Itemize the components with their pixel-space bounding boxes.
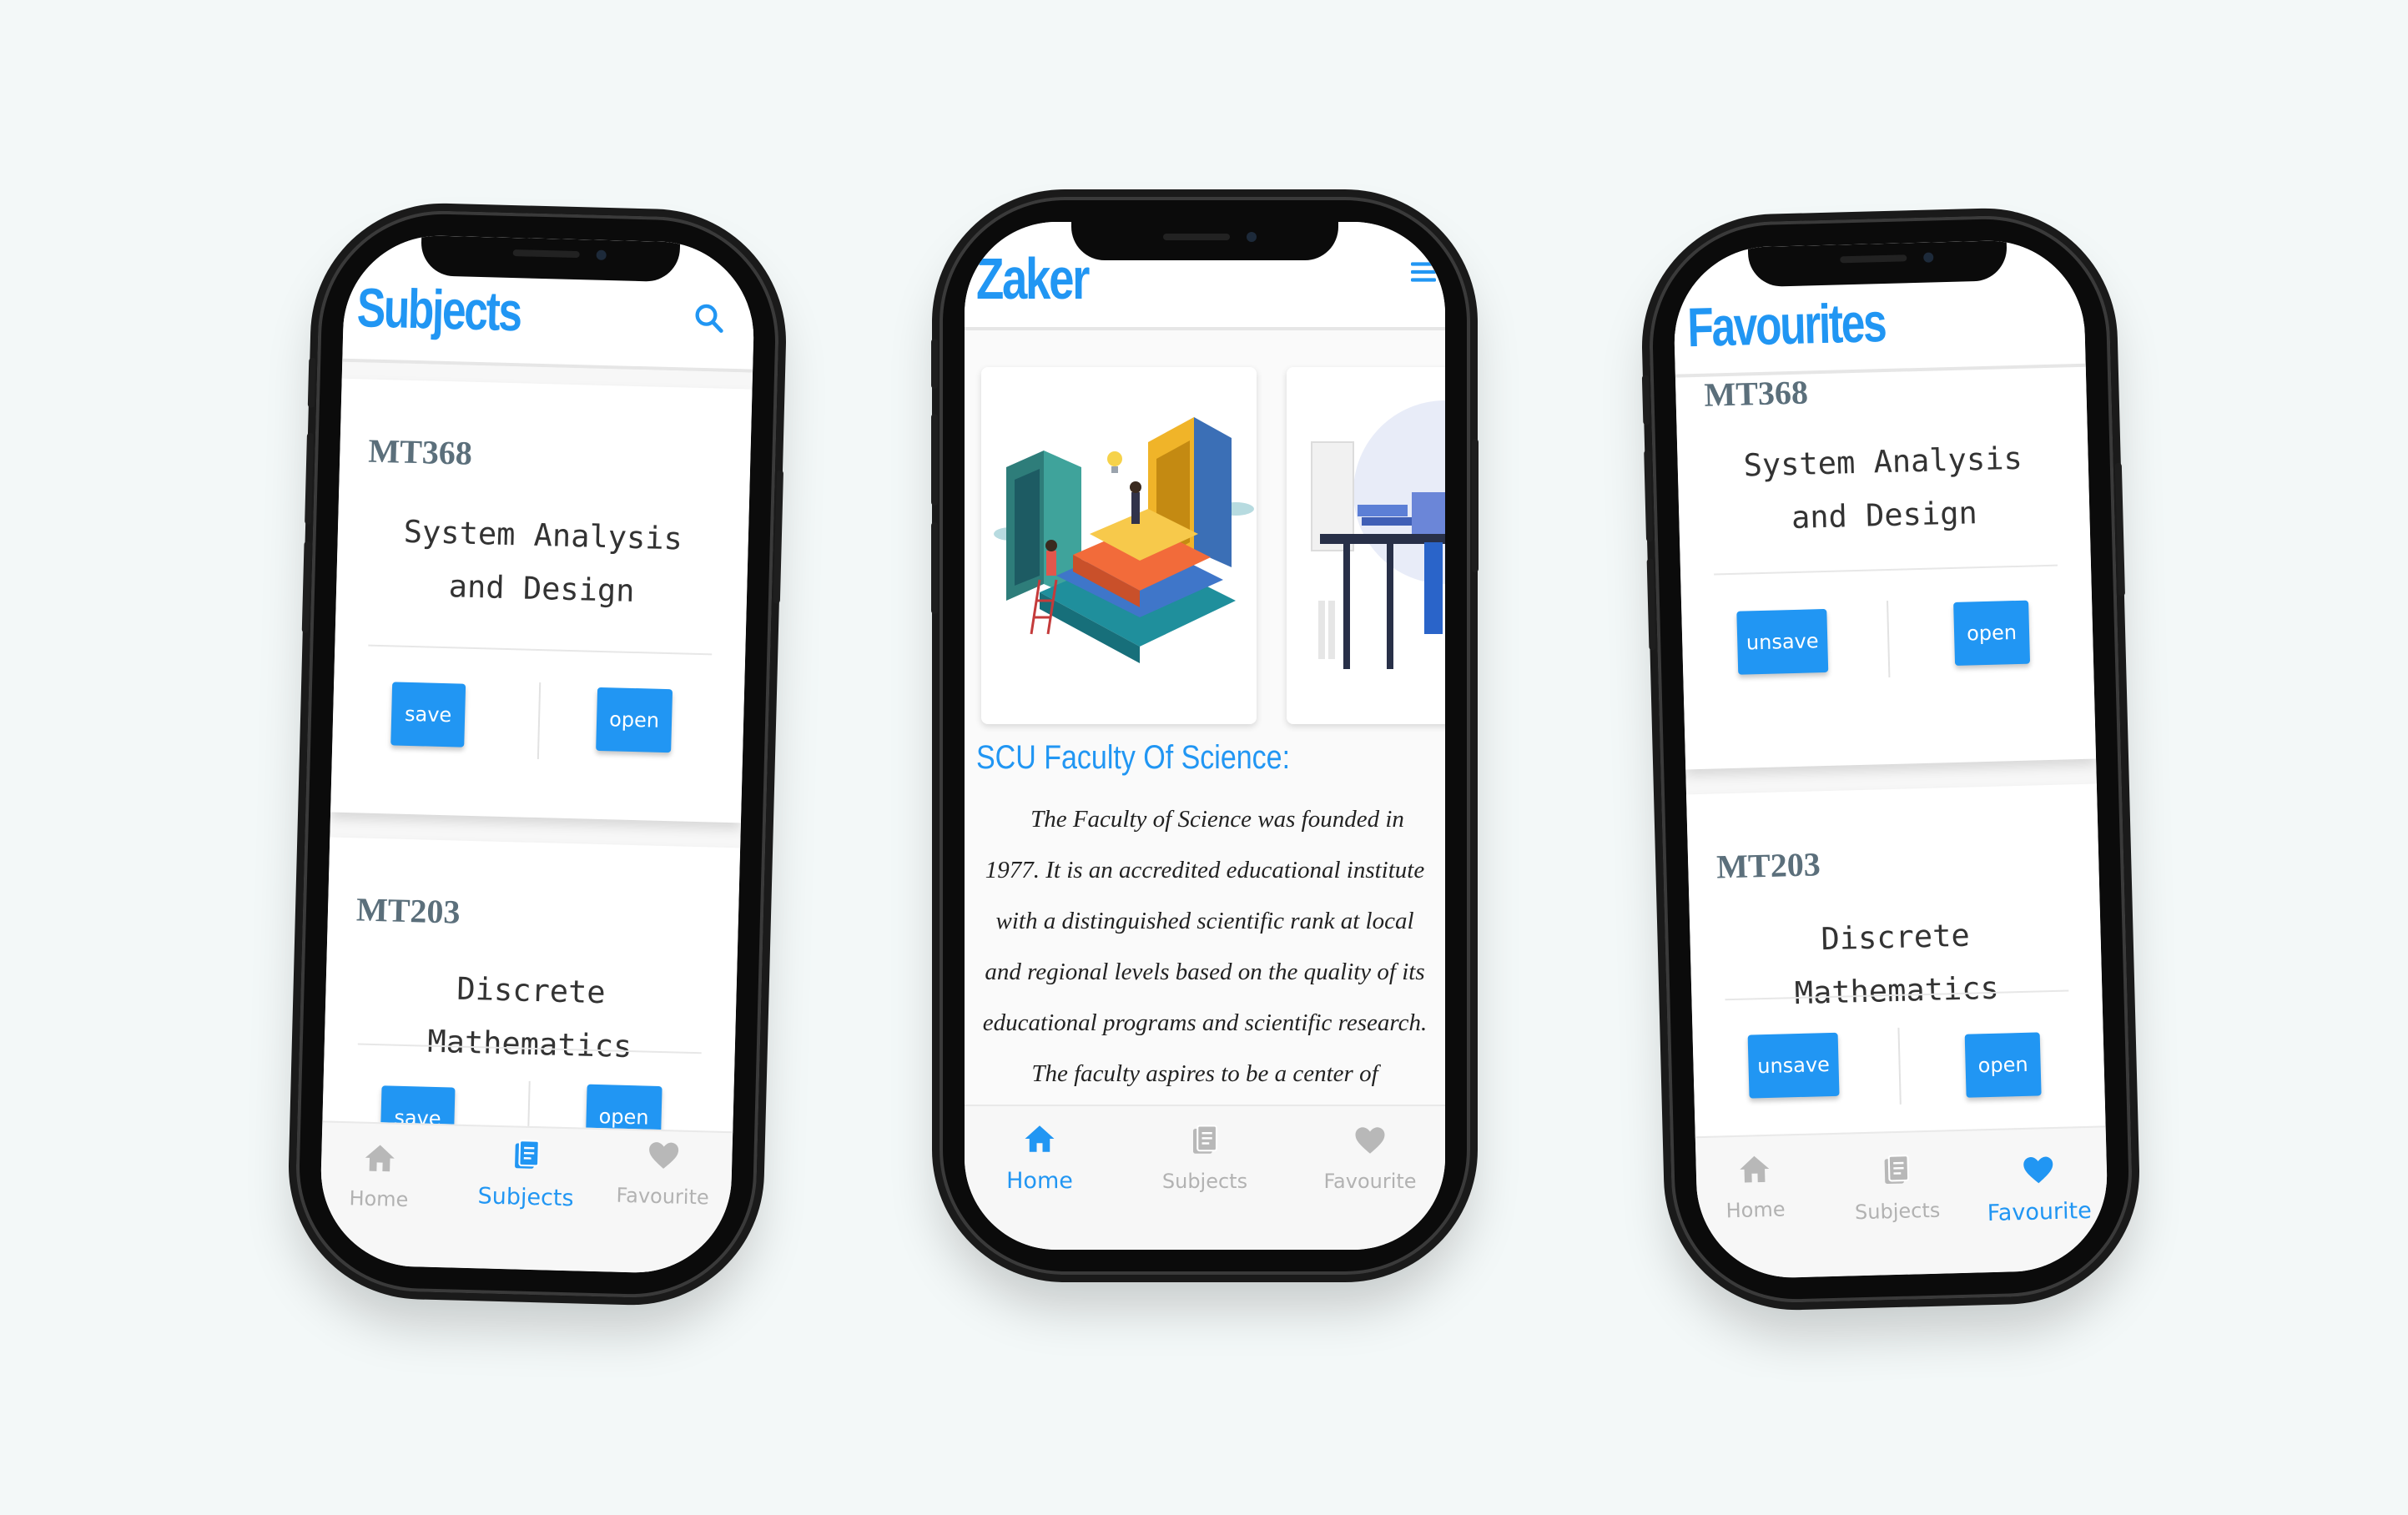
power-button — [1472, 439, 1479, 572]
open-button[interactable]: open — [596, 687, 673, 753]
subject-name: System Analysis and Design — [1743, 440, 2023, 536]
volume-up-button — [931, 414, 938, 506]
nav-home-label: Home — [349, 1186, 409, 1212]
mute-switch — [307, 357, 316, 408]
search-icon[interactable] — [692, 301, 726, 335]
page-title: Subjects — [355, 276, 521, 343]
unsave-button[interactable]: unsave — [1747, 1032, 1840, 1099]
volume-up-button — [305, 432, 314, 525]
section-title: SCU Faculty Of Science: — [976, 739, 1291, 776]
bottom-nav: Home Subjects Favourite — [318, 1120, 733, 1276]
nav-subjects[interactable]: Subjects — [459, 1136, 594, 1212]
heart-icon — [1355, 1127, 1385, 1154]
home-icon — [365, 1145, 395, 1172]
book-icon — [1193, 1125, 1218, 1154]
nav-favourite-label: Favourite — [1323, 1170, 1417, 1193]
subject-code: MT368 — [1703, 373, 1809, 414]
nav-favourite-label: Favourite — [1987, 1197, 2093, 1227]
save-button[interactable]: save — [390, 682, 466, 747]
subject-card: MT203 Discrete Mathematics save open — [322, 837, 741, 1134]
volume-down-button — [931, 522, 938, 614]
subjects-screen: Subjects MT368 System Analysis and Desig… — [318, 233, 757, 1276]
book-icon — [1884, 1155, 1910, 1185]
power-button — [2114, 462, 2125, 596]
favourite-card: MT368 System Analysis and Design unsave … — [1675, 366, 2097, 770]
notch — [1071, 222, 1338, 260]
favourite-card: MT203 Discrete Mathematics unsave open — [1686, 783, 2106, 1139]
card-separator — [1897, 1027, 1902, 1105]
nav-home-label: Home — [1006, 1168, 1073, 1194]
mute-switch — [1641, 375, 1650, 425]
home-icon — [1740, 1155, 1770, 1183]
notch — [420, 235, 681, 283]
book-icon — [515, 1140, 540, 1169]
subject-code: MT203 — [355, 890, 461, 931]
volume-down-button — [1646, 558, 1656, 651]
card-separator — [1887, 601, 1891, 678]
nav-home[interactable]: Home — [319, 1139, 447, 1212]
subject-name: System Analysis and Design — [403, 513, 683, 609]
volume-up-button — [1644, 450, 1654, 542]
card-divider — [368, 644, 713, 656]
nav-favourite-label: Favourite — [616, 1183, 710, 1210]
bottom-nav: Home Subjects Favourite — [965, 1105, 1445, 1250]
nav-home-label: Home — [1725, 1197, 1786, 1223]
heart-icon — [649, 1142, 679, 1169]
home-content[interactable]: SCU Faculty Of Science: The Faculty of S… — [965, 330, 1445, 1106]
home-phone: Zaker SCU Faculty Of Science: The Facult… — [931, 197, 1479, 1275]
nav-favourite[interactable]: Favourite — [596, 1136, 731, 1210]
subject-name: Discrete Mathematics — [1794, 917, 2000, 1012]
notch — [1747, 240, 2008, 288]
faculty-about-text: The Faculty of Science was founded in 19… — [982, 806, 1428, 1087]
carousel-card-study[interactable] — [1287, 367, 1445, 724]
card-divider — [1714, 564, 2058, 576]
subject-name: Discrete Mathematics — [426, 970, 632, 1065]
home-screen: Zaker SCU Faculty Of Science: The Facult… — [965, 222, 1445, 1250]
nav-subjects-label: Subjects — [1161, 1170, 1248, 1193]
subject-card: MT368 System Analysis and Design save op… — [330, 378, 753, 823]
study-illustration — [1311, 400, 1445, 669]
page-title: Zaker — [976, 246, 1090, 311]
nav-subjects[interactable]: Subjects — [1829, 1151, 1964, 1225]
favourites-phone: Favourites MT368 System Analysis and Des… — [1641, 212, 2135, 1306]
power-button — [773, 470, 784, 604]
subject-code: MT203 — [1715, 845, 1821, 886]
carousel-card-library[interactable] — [981, 367, 1257, 724]
nav-subjects-label: Subjects — [477, 1183, 574, 1212]
menu-icon[interactable] — [1407, 255, 1440, 289]
open-button[interactable]: open — [1964, 1032, 2042, 1098]
page-title: Favourites — [1686, 291, 1887, 359]
heart-icon — [2023, 1156, 2053, 1184]
favourites-list[interactable]: MT368 System Analysis and Design unsave … — [1675, 366, 2106, 1139]
open-button[interactable]: open — [1953, 600, 2031, 666]
unsave-button[interactable]: unsave — [1736, 608, 1829, 675]
bottom-nav: Home Subjects Favourite — [1695, 1125, 2110, 1281]
subjects-list[interactable]: MT368 System Analysis and Design save op… — [322, 361, 753, 1134]
open-button[interactable]: open — [585, 1084, 662, 1134]
nav-favourite[interactable]: Favourite — [1303, 1123, 1437, 1193]
nav-favourite[interactable]: Favourite — [1971, 1150, 2106, 1226]
subject-code: MT368 — [367, 431, 473, 472]
volume-down-button — [301, 541, 311, 633]
library-illustration — [994, 417, 1254, 663]
nav-home[interactable]: Home — [973, 1121, 1106, 1194]
nav-subjects-label: Subjects — [1854, 1198, 1941, 1225]
nav-subjects[interactable]: Subjects — [1138, 1123, 1272, 1193]
mute-switch — [931, 339, 938, 389]
subjects-phone: Subjects MT368 System Analysis and Desig… — [293, 207, 784, 1301]
favourites-screen: Favourites MT368 System Analysis and Des… — [1671, 238, 2110, 1281]
card-separator — [537, 682, 542, 760]
home-icon — [1025, 1125, 1055, 1152]
nav-home[interactable]: Home — [1687, 1150, 1822, 1223]
